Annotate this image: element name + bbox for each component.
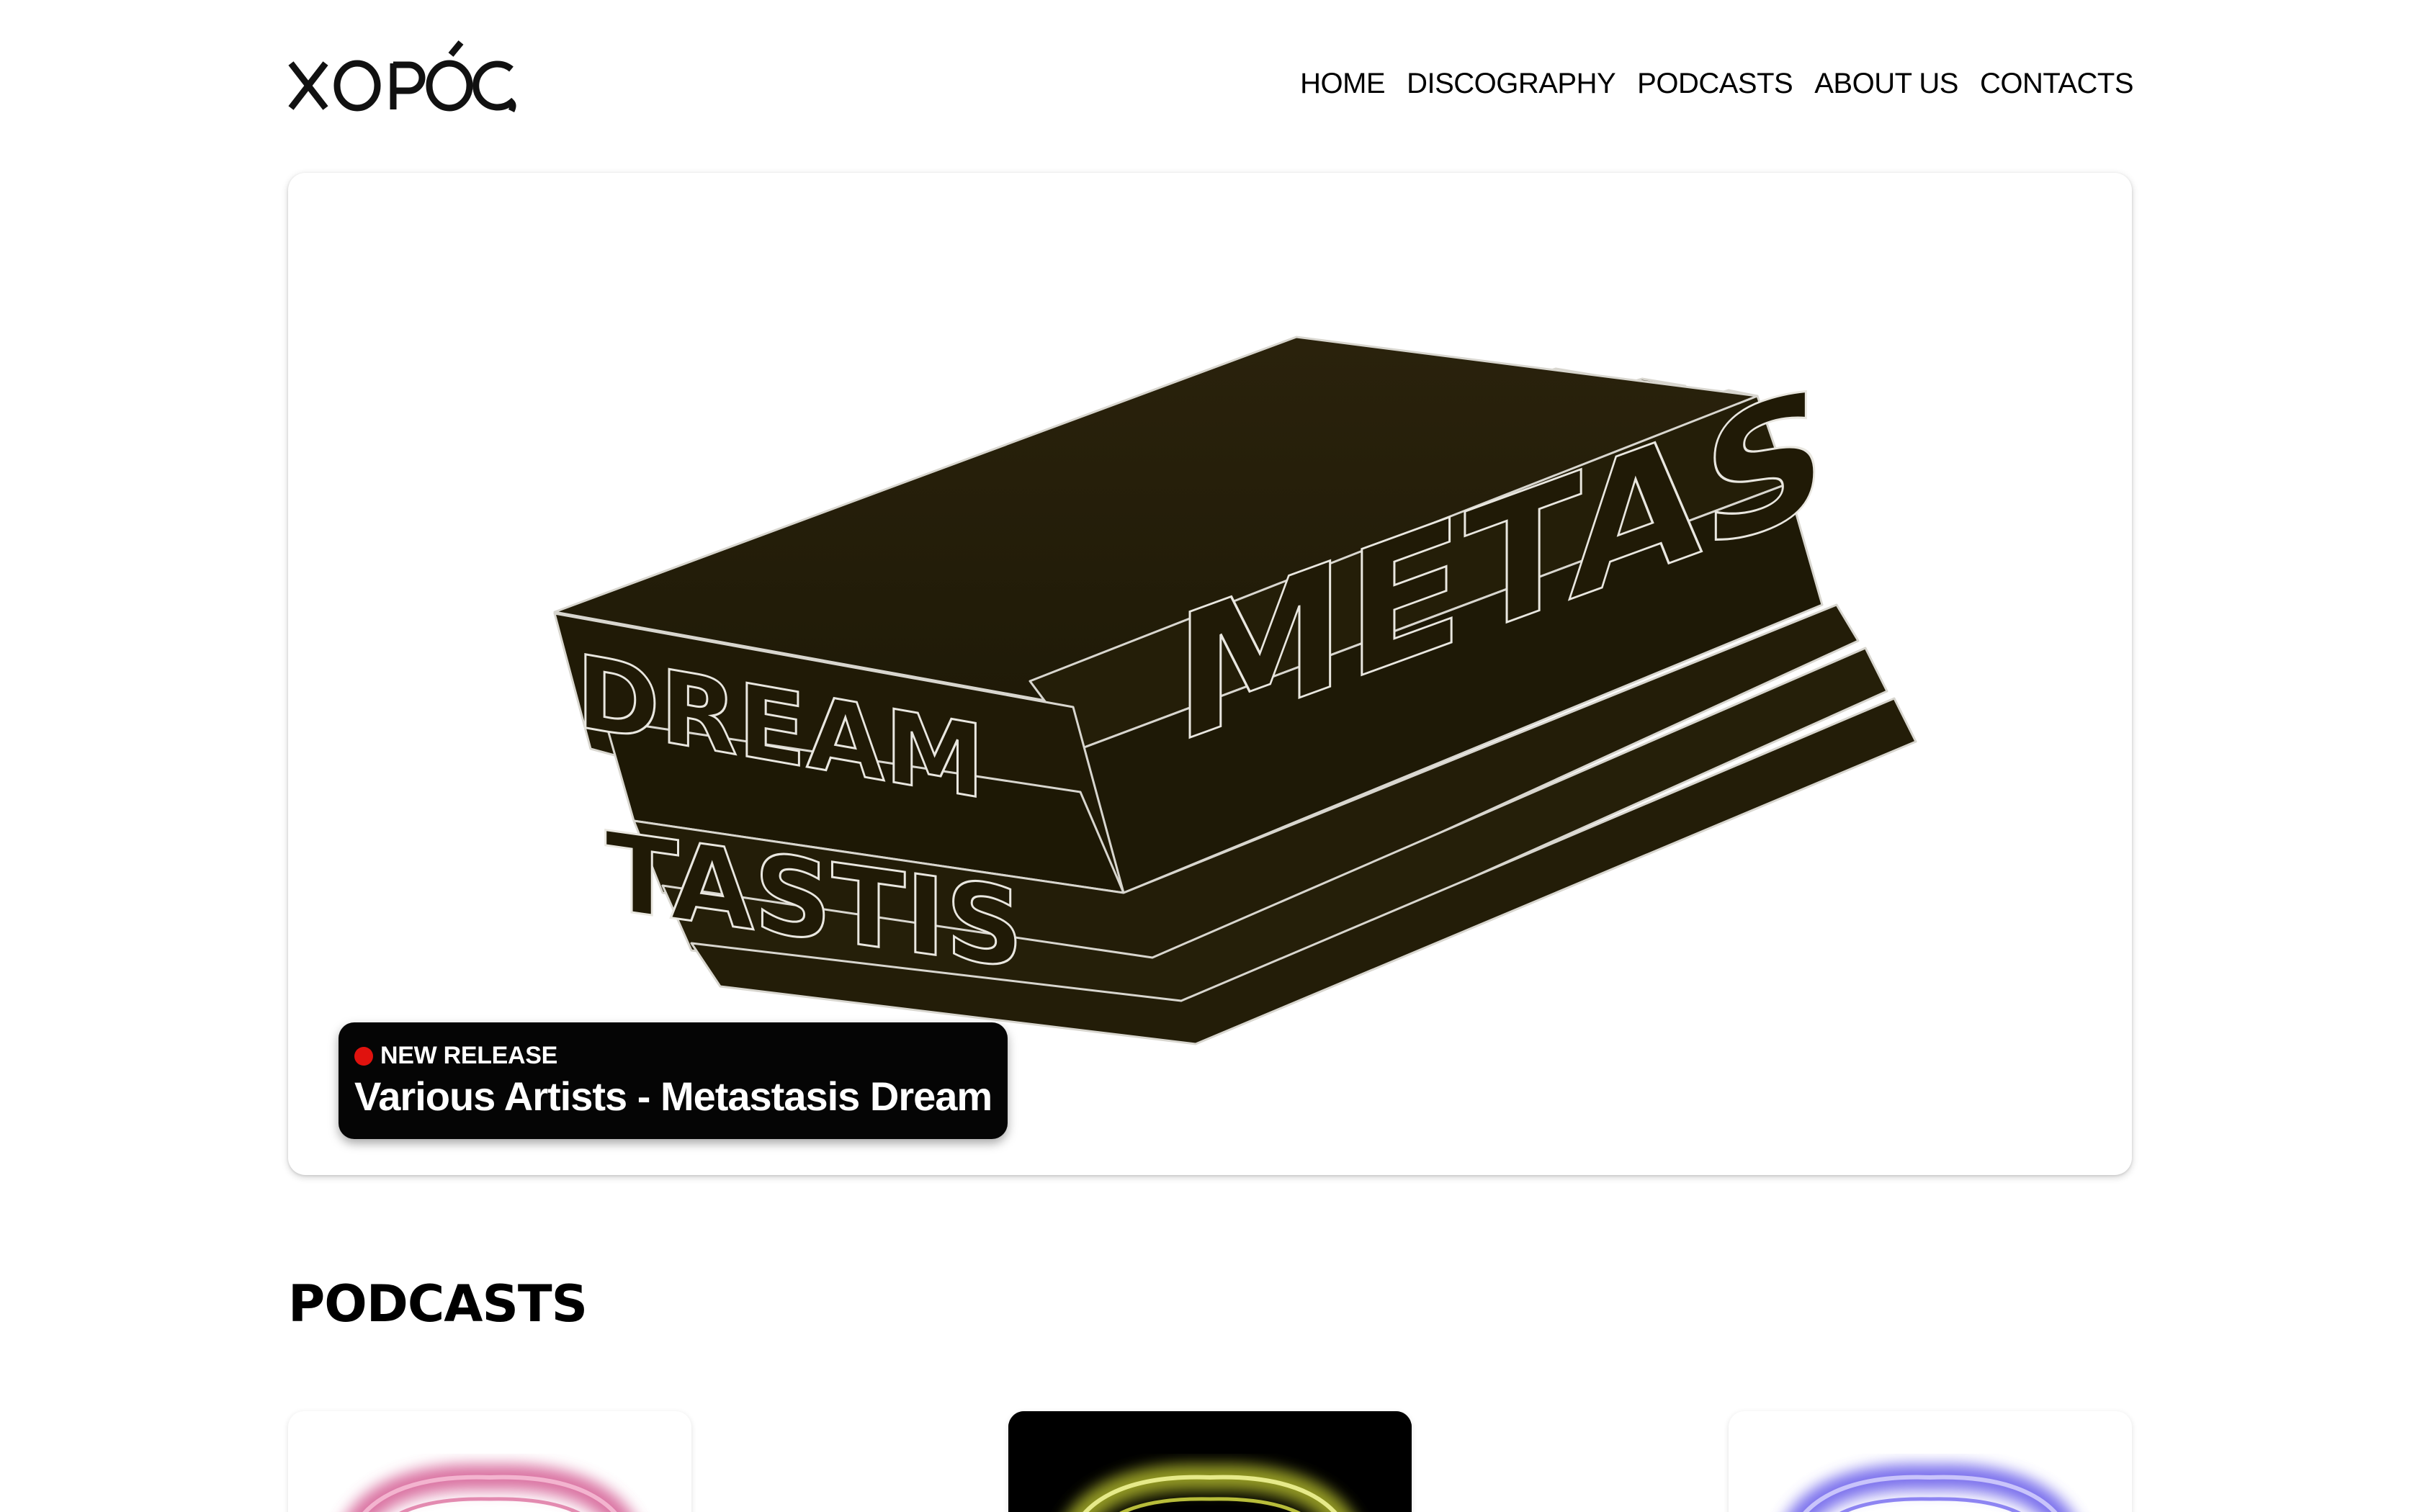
nav-podcasts[interactable]: PODCASTS — [1637, 68, 1793, 100]
new-release-badge[interactable]: NEW RELEASE Various Artists - Metastasis… — [339, 1022, 1008, 1139]
podcast-cover-image — [1008, 1411, 1412, 1512]
main-nav: HOME DISCOGRAPHY PODCASTS ABOUT US CONTA… — [1278, 68, 2133, 100]
nav-contacts[interactable]: CONTACTS — [1980, 68, 2134, 100]
nav-about-us[interactable]: ABOUT US — [1814, 68, 1958, 100]
podcast-card[interactable] — [288, 1411, 691, 1512]
live-dot-icon — [354, 1046, 373, 1066]
nav-discography[interactable]: DISCOGRAPHY — [1407, 68, 1616, 100]
podcast-card[interactable] — [1008, 1411, 1412, 1512]
nav-home[interactable]: HOME — [1300, 68, 1386, 100]
release-tag-label: NEW RELEASE — [380, 1042, 558, 1069]
release-tag: NEW RELEASE — [354, 1042, 992, 1070]
page: HOME DISCOGRAPHY PODCASTS ABOUT US CONTA… — [0, 0, 2420, 1512]
podcast-cover-image — [349, 1464, 631, 1512]
site-logo[interactable] — [288, 40, 517, 113]
release-title: Various Artists - Metastasis Dream — [354, 1074, 992, 1119]
podcast-cover-image — [1789, 1464, 2071, 1512]
featured-release-card[interactable]: DREAM METAS TASTIS NEW RELEASE Various A… — [288, 173, 2132, 1175]
podcasts-heading: PODCASTS — [288, 1274, 588, 1333]
logo-wordmark-icon — [288, 40, 516, 113]
podcast-card[interactable] — [1729, 1411, 2132, 1512]
